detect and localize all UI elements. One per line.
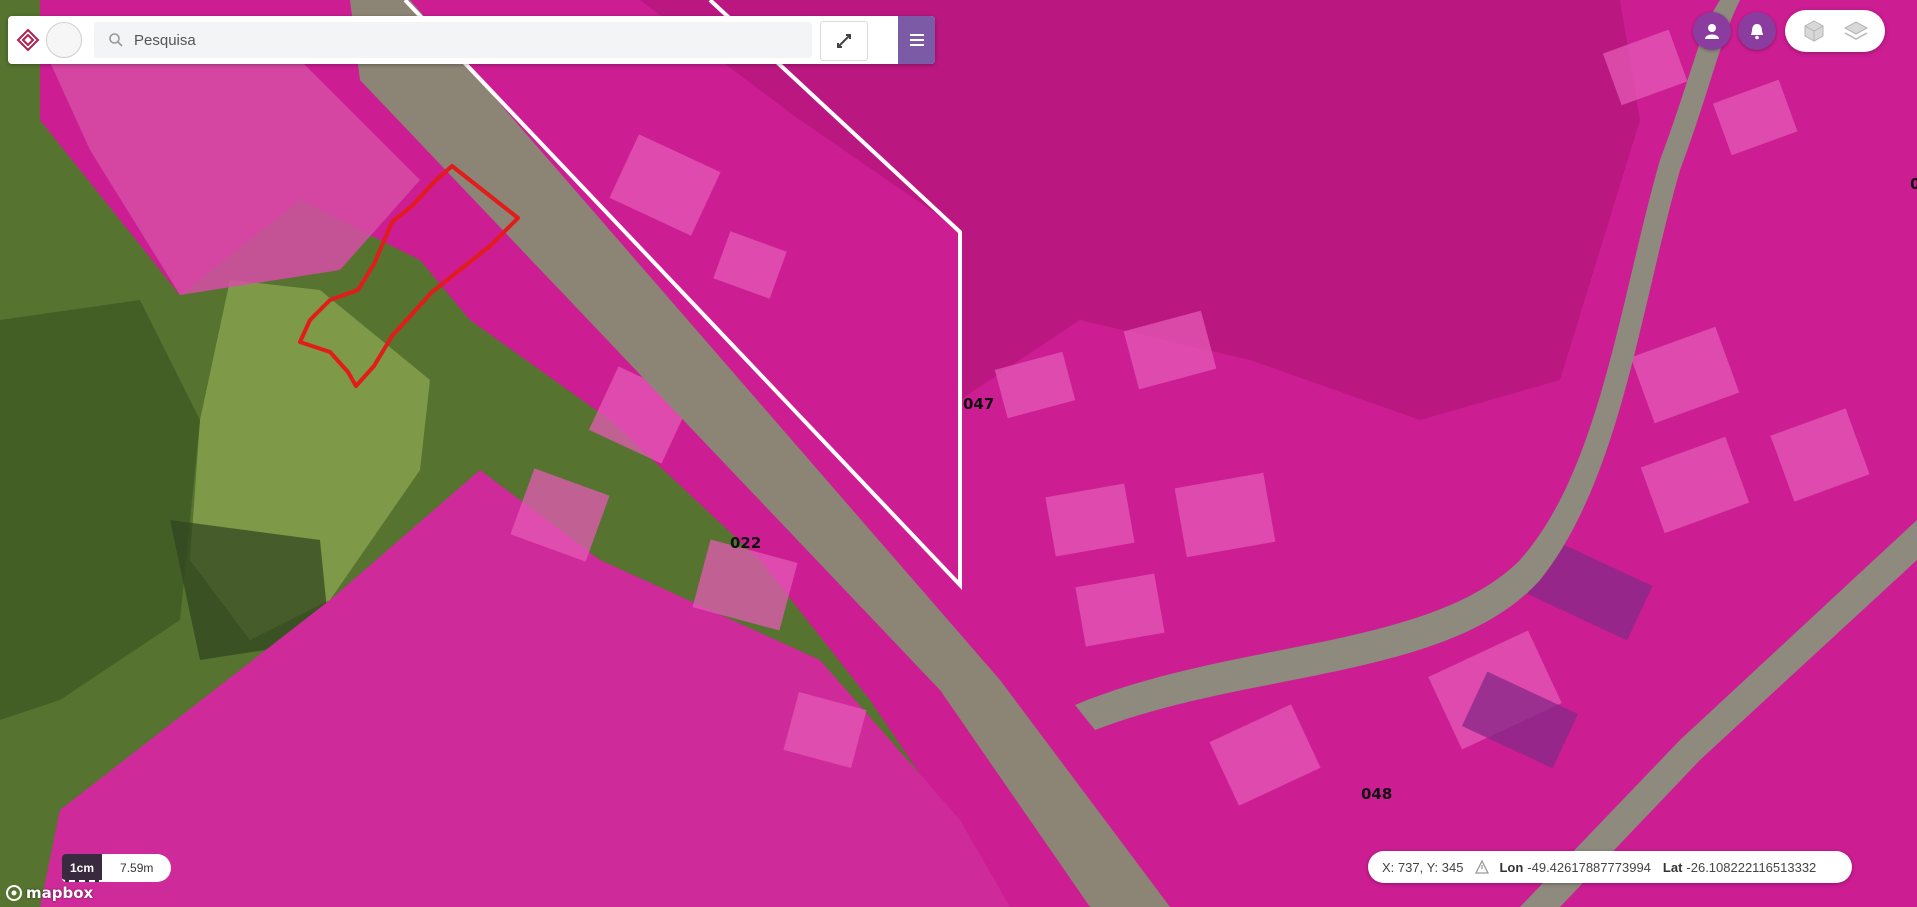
search-icon: [109, 33, 123, 47]
tools-button[interactable]: [820, 21, 868, 61]
map-canvas[interactable]: 047 022 048 0: [0, 0, 1917, 907]
bell-icon: [1751, 24, 1763, 40]
lat-value: -26.108222116513332: [1686, 859, 1817, 875]
brand-logo-icon: [16, 28, 40, 52]
scale-value: 7.59m: [102, 854, 172, 882]
scale-bar: 1cm 7.59m: [62, 854, 172, 882]
menu-icon: [909, 34, 924, 46]
app-logo[interactable]: [8, 16, 90, 64]
user-icon: [1705, 24, 1719, 39]
pixel-coords: X: 737, Y: 345: [1382, 859, 1464, 875]
lon-label: Lon: [1499, 859, 1524, 875]
layers-button[interactable]: [1838, 13, 1874, 49]
tools-icon: [837, 34, 851, 48]
lat-label: Lat: [1662, 859, 1683, 875]
notifications-button[interactable]: [1738, 12, 1776, 50]
layer-3d-button[interactable]: [1796, 13, 1832, 49]
search-field[interactable]: [94, 22, 812, 58]
lot-label-047: 047: [963, 395, 994, 413]
mapbox-attribution[interactable]: mapbox: [6, 884, 93, 902]
lot-label-048: 048: [1361, 785, 1392, 803]
lon-value: -49.42617887773994: [1527, 859, 1651, 875]
search-bar: [8, 16, 935, 64]
warning-icon: [1475, 860, 1490, 874]
mapbox-logo-icon: [6, 885, 22, 901]
scale-unit: 1cm: [62, 854, 103, 882]
mapbox-logo-text: mapbox: [26, 884, 94, 902]
coordinate-readout: X: 737, Y: 345 Lon -49.42617887773994 La…: [1368, 851, 1852, 883]
layers-icon: [1843, 21, 1869, 40]
menu-button[interactable]: [898, 16, 935, 64]
lot-label-partial: 0: [1910, 175, 1917, 193]
user-button[interactable]: [1693, 12, 1731, 50]
municipal-seal-icon: [46, 22, 82, 58]
layer-controls: [1785, 10, 1885, 52]
layer-3d-icon: [1804, 20, 1824, 42]
search-input[interactable]: [134, 22, 794, 58]
lot-label-022: 022: [730, 534, 761, 552]
